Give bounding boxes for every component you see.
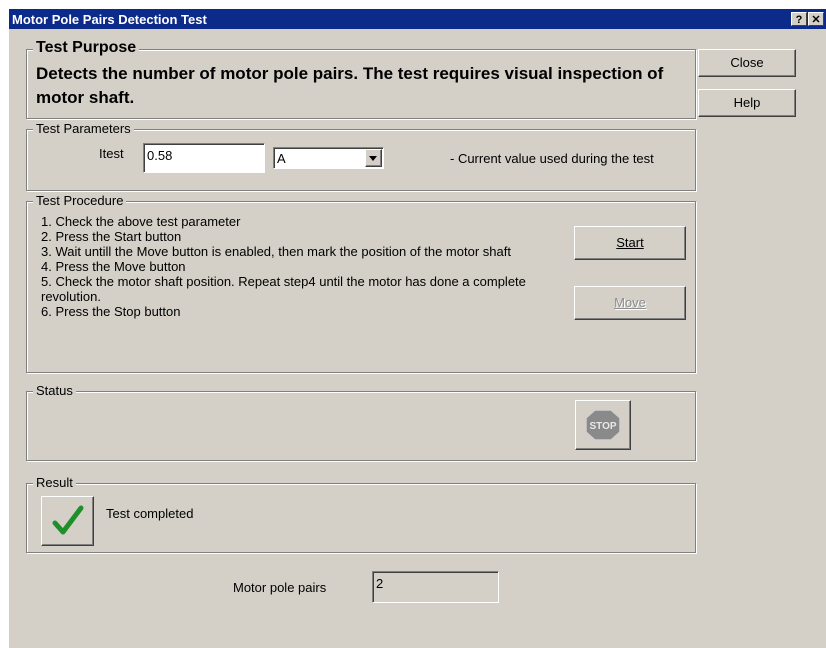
parameters-group: Test Parameters Itest 0.58 A - Current v… bbox=[26, 121, 696, 191]
purpose-legend: Test Purpose bbox=[33, 39, 140, 57]
itest-description: - Current value used during the test bbox=[450, 151, 654, 166]
stop-button[interactable]: STOP bbox=[575, 400, 631, 450]
list-item: 3. Wait untill the Move button is enable… bbox=[41, 244, 511, 259]
procedure-group: Test Procedure 1. Check the above test p… bbox=[26, 193, 696, 373]
close-title-button[interactable]: ✕ bbox=[808, 12, 824, 26]
list-item: 6. Press the Stop button bbox=[41, 304, 181, 319]
start-button[interactable]: Start bbox=[574, 226, 686, 260]
checkmark-icon bbox=[52, 505, 83, 535]
status-group: Status STOP bbox=[26, 383, 696, 461]
itest-label: Itest bbox=[99, 146, 124, 161]
result-message: Test completed bbox=[106, 506, 194, 521]
help-title-button[interactable]: ? bbox=[791, 12, 807, 26]
stop-sign-text: STOP bbox=[589, 421, 616, 432]
list-item: 5. Check the motor shaft position. Repea… bbox=[41, 274, 526, 304]
close-button[interactable]: Close bbox=[698, 49, 796, 77]
procedure-steps: 1. Check the above test parameter 2. Pre… bbox=[41, 214, 551, 319]
list-item: 4. Press the Move button bbox=[41, 259, 186, 274]
unit-value: A bbox=[277, 151, 286, 166]
result-indicator bbox=[41, 496, 94, 546]
result-legend: Result bbox=[33, 475, 76, 490]
itest-value: 0.58 bbox=[147, 148, 173, 163]
parameters-legend: Test Parameters bbox=[33, 121, 134, 136]
help-button[interactable]: Help bbox=[698, 89, 796, 117]
stop-sign-icon: STOP bbox=[585, 409, 621, 441]
list-item: 2. Press the Start button bbox=[41, 229, 182, 244]
list-item: 1. Check the above test parameter bbox=[41, 214, 241, 229]
pole-pairs-field: 2 bbox=[372, 571, 499, 603]
procedure-legend: Test Procedure bbox=[33, 193, 127, 208]
window-title: Motor Pole Pairs Detection Test bbox=[12, 12, 207, 27]
status-legend: Status bbox=[33, 383, 76, 398]
purpose-group: Test Purpose Detects the number of motor… bbox=[26, 39, 696, 119]
chevron-down-icon[interactable] bbox=[365, 149, 382, 167]
title-bar[interactable]: Motor Pole Pairs Detection Test ? ✕ bbox=[9, 9, 826, 29]
purpose-text: Detects the number of motor pole pairs. … bbox=[36, 64, 664, 107]
move-button[interactable]: Move bbox=[574, 286, 686, 320]
unit-select[interactable]: A bbox=[273, 147, 384, 169]
result-group: Result Test completed bbox=[26, 475, 696, 553]
pole-pairs-value: 2 bbox=[376, 576, 384, 591]
pole-pairs-label: Motor pole pairs bbox=[233, 580, 327, 595]
itest-input[interactable]: 0.58 bbox=[143, 143, 265, 173]
dialog-window: Motor Pole Pairs Detection Test ? ✕ Test… bbox=[9, 9, 826, 648]
